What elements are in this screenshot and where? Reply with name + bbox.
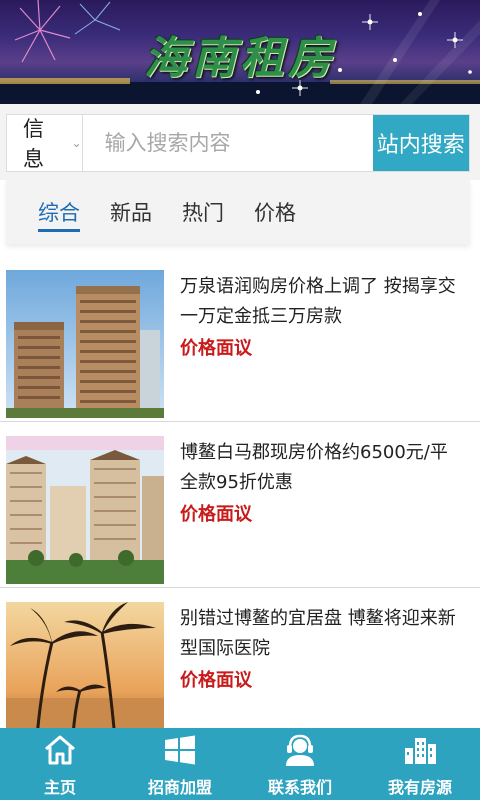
nav-label: 我有房源 (387, 778, 452, 797)
tab-new[interactable]: 新品 (110, 180, 152, 244)
home-icon (45, 735, 75, 765)
listing-title[interactable]: 万泉语润购房价格上调了 按揭享交一万定金抵三万房款 (180, 272, 470, 332)
search-box: 信息 ⌄ 站内搜索 (6, 114, 470, 172)
category-tabs: 综合 新品 热门 价格 (6, 180, 470, 244)
listing-photo[interactable] (6, 270, 164, 418)
support-agent-icon (286, 734, 314, 766)
list-item[interactable]: 万泉语润购房价格上调了 按揭享交一万定金抵三万房款 价格面议 (0, 256, 480, 422)
search-input[interactable] (82, 115, 373, 171)
listing-photo[interactable] (6, 436, 164, 584)
nav-item-my-listings[interactable]: 我有房源 (360, 728, 480, 800)
chevron-down-icon: ⌄ (71, 136, 82, 150)
nav-label: 联系我们 (267, 778, 332, 797)
nav-item-home[interactable]: 主页 (0, 728, 120, 800)
tab-hot[interactable]: 热门 (182, 180, 224, 244)
search-type-dropdown[interactable]: 信息 ⌄ (7, 115, 83, 171)
windows-icon (165, 735, 195, 765)
site-search-button[interactable]: 站内搜索 (372, 115, 469, 171)
banner-logo-title: 海南租房 (144, 33, 336, 84)
nav-label: 主页 (43, 778, 76, 797)
bottom-nav: 主页 招商加盟 联系我们 我有房源 (0, 728, 480, 800)
header-banner: 海南租房 (0, 0, 480, 104)
nav-label: 招商加盟 (147, 778, 212, 797)
tab-price[interactable]: 价格 (254, 180, 296, 244)
nav-item-franchise[interactable]: 招商加盟 (120, 728, 240, 800)
tab-comprehensive[interactable]: 综合 (38, 180, 80, 244)
search-bar: 信息 ⌄ 站内搜索 (0, 104, 480, 180)
listing-price: 价格面议 (180, 338, 252, 359)
list-item[interactable]: 博鳌白马郡现房价格约6500元/平 全款95折优惠 价格面议 (0, 422, 480, 588)
search-type-label: 信息 (23, 117, 44, 171)
listing-price: 价格面议 (180, 504, 252, 525)
nav-item-contact[interactable]: 联系我们 (240, 728, 360, 800)
listing-price: 价格面议 (180, 670, 252, 691)
buildings-icon (405, 738, 436, 764)
listing-title[interactable]: 博鳌白马郡现房价格约6500元/平 全款95折优惠 (180, 438, 470, 498)
listing-list: 万泉语润购房价格上调了 按揭享交一万定金抵三万房款 价格面议 博鳌白马郡现房价格… (0, 256, 480, 754)
listing-title[interactable]: 别错过博鳌的宜居盘 博鳌将迎来新型国际医院 (180, 604, 470, 664)
